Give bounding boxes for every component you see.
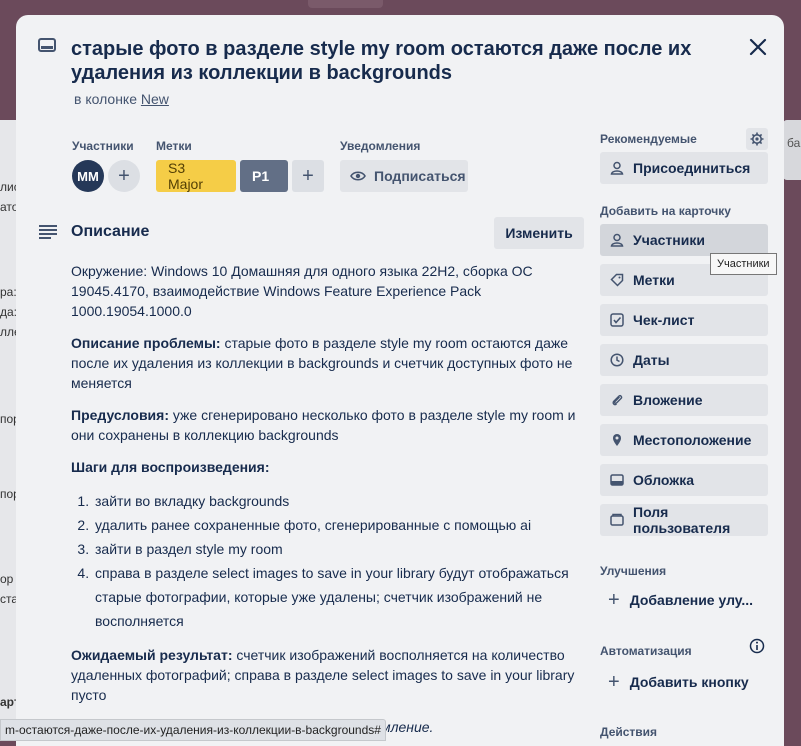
environment-text: Окружение: Windows 10 Домашняя для одног… [71, 263, 533, 319]
subscribe-button[interactable]: Подписаться [340, 160, 468, 192]
dates-button-label: Даты [633, 352, 670, 368]
attachment-button-label: Вложение [633, 392, 703, 408]
list-fragment: лле [0, 325, 16, 339]
location-button-label: Местоположение [633, 432, 752, 448]
in-list-prefix: в колонке [74, 91, 137, 107]
list-fragment: арт [0, 695, 16, 709]
list-fragment: ра: [0, 285, 16, 299]
problem-label: Описание проблемы: [71, 335, 221, 351]
cover-button[interactable]: Обложка [600, 464, 768, 496]
board-tab [308, 0, 383, 8]
steps-list: зайти во вкладку backgrounds удалить ран… [71, 489, 586, 633]
steps-heading: Шаги для воспроизведения: [71, 457, 586, 477]
plus-icon: + [608, 670, 620, 693]
subscribe-label: Подписаться [374, 168, 466, 184]
members-label: Участники [72, 139, 134, 153]
description-icon [39, 225, 57, 239]
eye-icon [350, 171, 366, 181]
checklist-button-label: Чек-лист [633, 312, 695, 328]
automation-label: Автоматизация [600, 644, 692, 658]
board-list-right: ба [783, 120, 801, 180]
card-title[interactable]: старые фото в разделе style my room оста… [71, 37, 711, 85]
cover-button-label: Обложка [633, 472, 694, 488]
avatar[interactable]: MM [72, 160, 104, 192]
custom-fields-icon [610, 513, 624, 526]
cover-icon [610, 474, 624, 486]
list-fragment: да: [0, 305, 16, 319]
close-icon[interactable] [744, 33, 772, 61]
expected-label: Ожидаемый результат: [71, 647, 233, 663]
plus-icon: + [118, 164, 130, 187]
settings-button[interactable] [746, 128, 768, 150]
person-icon [610, 161, 624, 175]
checklist-button[interactable]: Чек-лист [600, 304, 768, 336]
list-link[interactable]: New [141, 91, 169, 107]
list-fragment: пор [0, 412, 16, 426]
add-button-button[interactable]: + Добавить кнопку [600, 666, 768, 698]
expected-paragraph: Ожидаемый результат: счетчик изображений… [71, 645, 586, 705]
list-fragment: пор [0, 487, 16, 501]
step-item: удалить ранее сохраненные фото, сгенерир… [93, 513, 586, 537]
recommended-label: Рекомендуемые [600, 132, 697, 146]
powerups-label: Улучшения [600, 564, 667, 578]
step-item: зайти в раздел style my room [93, 537, 586, 561]
checklist-icon [610, 313, 624, 327]
list-fragment: ато [0, 200, 16, 214]
list-fragment: ор [0, 572, 14, 586]
add-to-card-label: Добавить на карточку [600, 204, 731, 218]
card-icon [38, 38, 56, 52]
attachment-button[interactable]: Вложение [600, 384, 768, 416]
cut-text: мление. [381, 719, 434, 735]
location-button[interactable]: Местоположение [600, 424, 768, 456]
members-button[interactable]: Участники [600, 224, 768, 256]
join-button[interactable]: Присоединиться [600, 152, 768, 184]
card-modal: старые фото в разделе style my room оста… [16, 15, 784, 746]
gear-icon [750, 132, 764, 146]
dates-button[interactable]: Даты [600, 344, 768, 376]
problem-paragraph: Описание проблемы: старые фото в разделе… [71, 333, 586, 393]
tooltip: Участники [710, 253, 777, 275]
add-powerup-button[interactable]: + Добавление улу... [600, 584, 768, 616]
labels-label: Метки [156, 139, 192, 153]
notifications-label: Уведомления [340, 139, 421, 153]
label-p1[interactable]: P1 [240, 160, 288, 192]
actions-label: Действия [600, 725, 658, 739]
plus-icon: + [608, 588, 620, 611]
join-label: Присоединиться [633, 160, 751, 176]
steps-label: Шаги для воспроизведения: [71, 459, 270, 475]
custom-fields-button-label: Поля пользователя [633, 504, 731, 536]
list-fragment: лис [0, 180, 16, 194]
add-member-button[interactable]: + [108, 160, 140, 192]
description-body[interactable]: Окружение: Windows 10 Домашняя для одног… [71, 261, 586, 746]
precondition-paragraph: Предусловия: уже сгенерировано несколько… [71, 405, 586, 445]
description-title: Описание [71, 223, 150, 240]
status-url: m-остаются-даже-после-их-удаления-из-кол… [0, 719, 386, 741]
step-item: зайти во вкладку backgrounds [93, 489, 586, 513]
board-list-left: лис ато ра: да: лле пор пор ор ста арт [0, 120, 16, 720]
location-pin-icon [613, 434, 621, 446]
custom-fields-button[interactable]: Поля пользователя [600, 504, 768, 536]
info-icon[interactable] [749, 638, 765, 654]
add-button-label: Добавить кнопку [629, 674, 749, 690]
in-list: в колонке New [74, 91, 169, 107]
person-icon [610, 233, 624, 247]
list-fragment: ста [0, 592, 16, 606]
list-fragment: ба [787, 136, 801, 150]
members-button-label: Участники [633, 232, 705, 248]
edit-description-button[interactable]: Изменить [494, 217, 584, 249]
paperclip-icon [612, 394, 623, 406]
clock-icon [610, 353, 624, 367]
label-s3-major[interactable]: S3 Major [156, 160, 236, 192]
precondition-label: Предусловия: [71, 407, 169, 423]
add-powerup-label: Добавление улу... [629, 592, 754, 608]
step-item: справа в разделе select images to save i… [93, 561, 586, 633]
tag-icon [610, 273, 624, 287]
plus-icon: + [302, 164, 314, 187]
add-label-button[interactable]: + [292, 160, 324, 192]
labels-button-label: Метки [633, 272, 675, 288]
